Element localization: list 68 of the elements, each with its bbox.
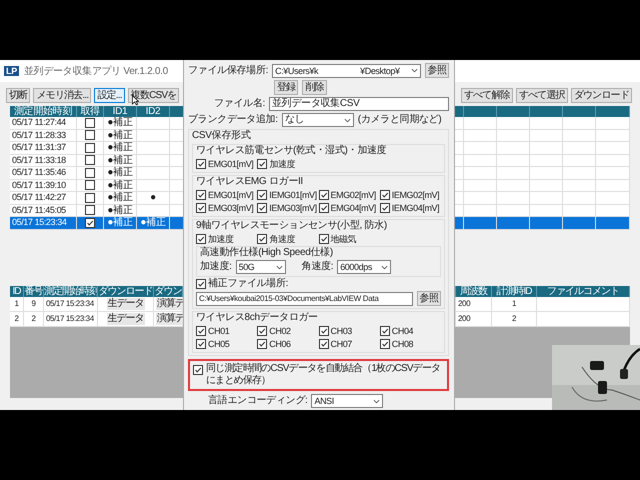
group-title: 9軸ワイヤレスモーションセンサ(小型, 防水)	[196, 220, 388, 232]
field-label: ファイル保存場所:	[188, 64, 268, 76]
table-cell-text: 05/17 15:23:34	[46, 313, 94, 325]
checkbox-label: EMG02[mV]	[330, 189, 376, 201]
checkbox-label: EMG01[mV]	[208, 158, 254, 170]
checkbox-label: CH05	[208, 338, 230, 350]
checkbox-label: CH06	[269, 338, 291, 350]
checkbox-label: 同じ測定時間のCSVデータを自動結合（1枚のCSVデータにまとめ保存）	[206, 363, 442, 387]
checkbox-label: 角速度	[269, 233, 296, 245]
table-cell: ●補正	[107, 167, 133, 178]
table-cell: 05/17 11:28:33	[12, 130, 66, 141]
group-title: CSV保存形式	[192, 130, 252, 142]
checkbox-label: EMG01[mV]	[208, 189, 254, 201]
table-cell-text: 2	[31, 313, 36, 325]
group-title: 高速動作仕様(High Speed仕様)	[200, 247, 334, 259]
group-title: ワイヤレスEMG ロガーII	[196, 176, 304, 188]
checkbox-label: CH08	[392, 338, 414, 350]
checkbox-label: CH02	[269, 325, 291, 337]
checkbox-label: IEMG02[mV]	[392, 189, 440, 201]
table-cell-text: 2	[512, 313, 516, 325]
checkbox-label: CH07	[330, 338, 352, 350]
table-cell: 05/17 15:23:34	[12, 217, 66, 228]
field-label: 加速度:	[200, 261, 232, 273]
field-label: ファイル名:	[214, 98, 265, 110]
checkbox-label: IEMG04[mV]	[392, 202, 440, 214]
window-title: 並列データ収集アプリ Ver.1.2.0.0	[24, 64, 168, 78]
field-label: 角速度:	[302, 261, 334, 273]
checkbox-label: 加速度	[269, 158, 296, 170]
table-cell-text: 9	[31, 298, 36, 310]
table-cell: ●補正	[107, 130, 133, 141]
table-cell: ●補正	[140, 217, 166, 228]
checkbox-label: IEMG03[mV]	[269, 202, 317, 214]
table-cell-text: 1	[14, 298, 19, 310]
table-cell-text: 1	[512, 298, 516, 310]
table-cell-text: 05/17 15:23:34	[46, 298, 94, 310]
group-title: ワイヤレス筋電センサ(乾式・湿式)・加速度	[196, 145, 388, 157]
table-cell: 05/17 11:33:18	[12, 154, 66, 166]
field-label: ブランクデータ追加:	[188, 114, 278, 126]
table-cell-text: 200	[458, 313, 470, 325]
table-cell-text: 200	[458, 298, 470, 310]
field-label: 言語エンコーディング:	[208, 395, 308, 407]
table-cell: 05/17 11:42:27	[12, 192, 66, 204]
checkbox-label: EMG04[mV]	[330, 202, 376, 214]
table-cell: 05/17 11:39:10	[12, 180, 66, 191]
table-cell: 05/17 11:27:44	[12, 117, 66, 128]
table-cell: ●補正	[107, 192, 133, 204]
checkbox-label: 地磁気	[330, 233, 356, 245]
checkbox-label: 加速度	[208, 233, 234, 245]
table-cell: 05/17 11:31:37	[12, 142, 66, 154]
group-title: ワイヤレス8chデータロガー	[196, 312, 319, 324]
table-cell: 05/17 11:45:05	[12, 204, 66, 216]
checkbox-label: CH01	[208, 325, 230, 337]
hint-text: (カメラと同期など)	[358, 114, 442, 126]
checkbox-label: CH03	[330, 325, 352, 337]
checkbox-label: CH04	[392, 325, 414, 337]
table-cell: 05/17 11:35:46	[12, 167, 66, 178]
table-cell: ●補正	[107, 142, 133, 154]
table-cell: ●補正	[107, 180, 133, 191]
table-cell: ●補正	[107, 117, 133, 128]
checkbox-label: IEMG01[mV]	[269, 189, 317, 201]
checkbox-label: 補正ファイル場所:	[208, 278, 288, 290]
checkbox-label: EMG03[mV]	[208, 202, 254, 214]
table-cell: ●補正	[107, 204, 133, 216]
table-cell: ●	[150, 192, 156, 204]
table-cell-text: 2	[14, 313, 19, 325]
app-icon: LP	[4, 66, 19, 76]
table-cell: ●補正	[107, 154, 133, 166]
table-cell: ●補正	[107, 217, 133, 228]
